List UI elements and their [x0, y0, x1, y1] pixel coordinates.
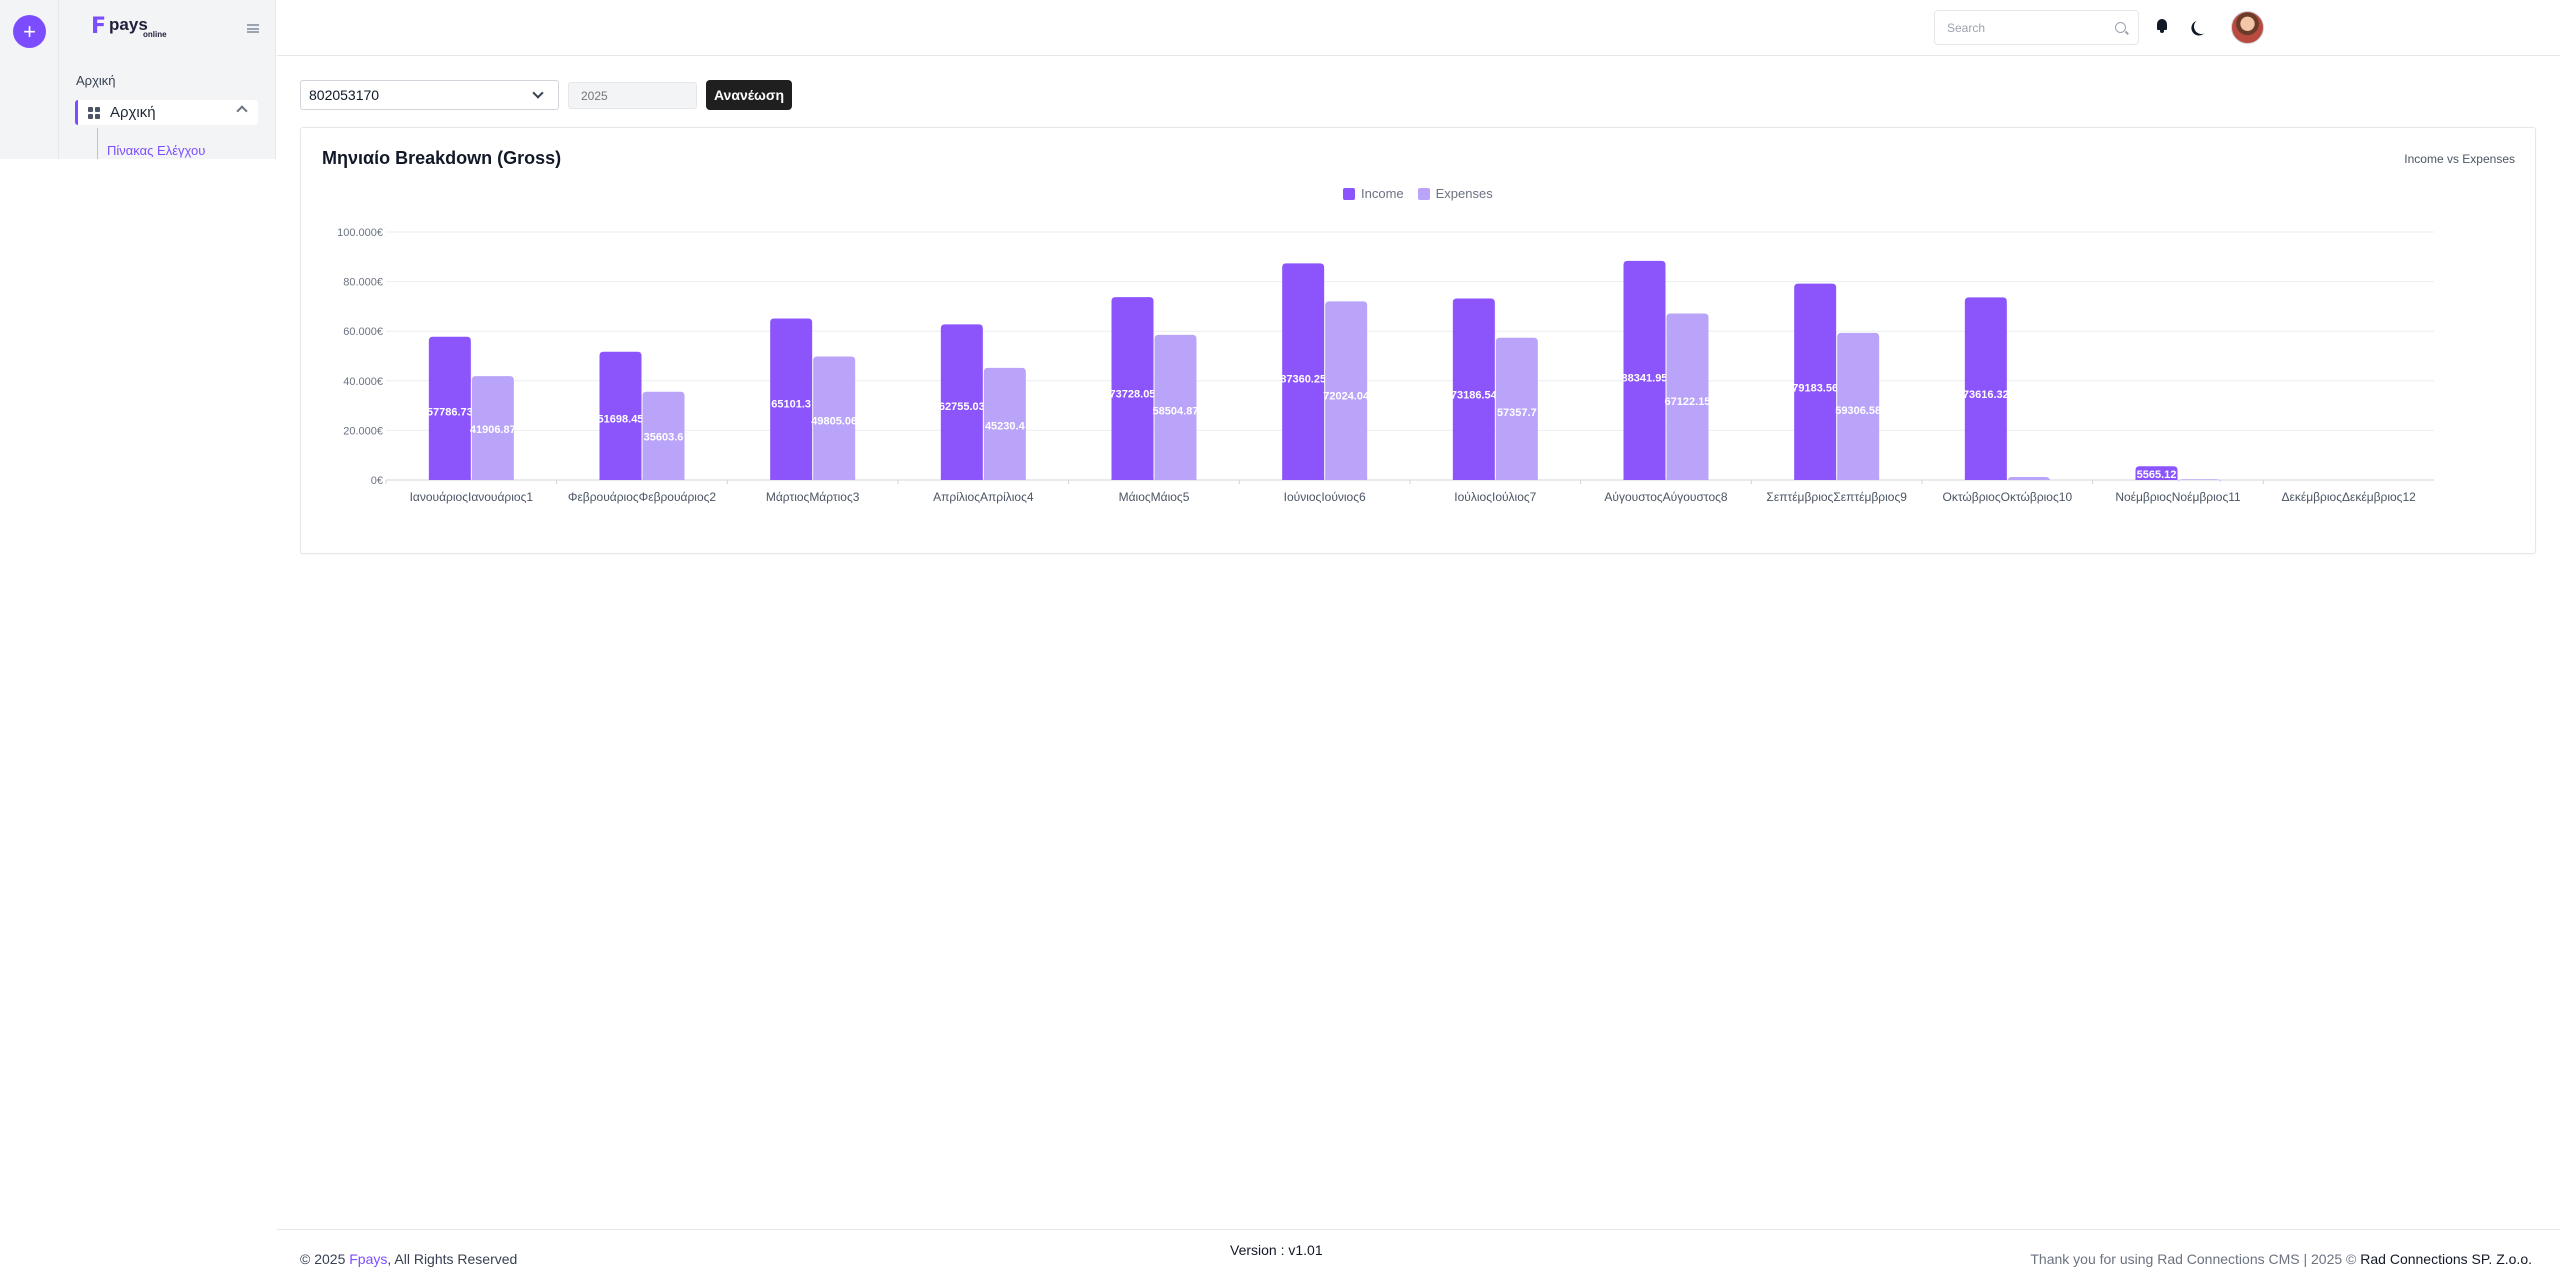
data-label: 88341.95 [1622, 372, 1668, 384]
data-label: 58504.87 [1153, 406, 1199, 418]
footer-version: Version : v1.01 [1230, 1242, 1323, 1258]
year-input[interactable] [568, 82, 697, 109]
footer-brand-link[interactable]: Fpays [349, 1251, 387, 1267]
bell-icon[interactable] [2156, 19, 2168, 33]
y-tick-label: 20.000€ [343, 425, 383, 437]
data-label: 72024.04 [1323, 391, 1370, 403]
x-tick-label: ΝοέμβριοςΝοέμβριος11 [2115, 490, 2241, 504]
y-tick-label: 60.000€ [343, 326, 383, 338]
data-label: 57786.73 [427, 407, 473, 419]
bar-chart: 100.000€ 80.000€ 60.000€ 40.000€ 20.000€ 0€ Ια… [337, 227, 2434, 504]
search-input[interactable] [1947, 11, 2107, 44]
x-tick-label: ΑπρίλιοςΑπρίλιος4 [933, 490, 1034, 504]
logo[interactable]: F pays online [91, 14, 167, 40]
chart-card: Μηνιαίο Breakdown (Gross) Income vs Expe… [300, 127, 2536, 554]
sidebar-section-label: Αρχική [76, 73, 116, 88]
data-label: 65101.3 [771, 398, 811, 410]
data-label: 49805.06 [811, 415, 857, 427]
x-tick-label: ΜάρτιοςΜάρτιος3 [766, 490, 860, 504]
data-label: 57357.7 [1497, 407, 1537, 419]
data-label: 41906.87 [470, 424, 516, 436]
data-label: 73728.05 [1110, 389, 1156, 401]
dashboard-grid-icon [88, 106, 100, 119]
data-label: 59306.58 [1835, 405, 1881, 417]
logo-word: pays [109, 15, 148, 34]
data-label: 73616.32 [1963, 389, 2009, 401]
x-tick-label: ΔεκέμβριοςΔεκέμβριος12 [2282, 490, 2417, 504]
logo-sub: online [143, 30, 167, 39]
sidebar: F pays online Αρχική Αρχική Πίνακας Ελέγ… [59, 0, 276, 159]
data-label: 73186.54 [1451, 389, 1498, 401]
footer-credits: Thank you for using Rad Connections CMS … [2030, 1251, 2532, 1267]
add-button[interactable]: + [13, 15, 46, 48]
data-label: 87360.25 [1280, 374, 1326, 386]
sidebar-item-label: Αρχική [110, 104, 156, 121]
footer-rights: , All Rights Reserved [387, 1251, 518, 1267]
footer-copyright-prefix: © 2025 [300, 1251, 346, 1267]
footer-thanks: Thank you for using Rad Connections CMS … [2030, 1251, 2357, 1267]
data-label: 79183.56 [1792, 383, 1838, 395]
x-tick-label: ΦεβρουάριοςΦεβρουάριος2 [568, 490, 717, 504]
data-label: 5565.12 [2137, 469, 2177, 481]
data-label: 45230.4 [985, 421, 1026, 433]
topbar [277, 0, 2560, 56]
sidebar-subitem-dashboard[interactable]: Πίνακας Ελέγχου [107, 143, 205, 158]
refresh-button[interactable]: Ανανέωση [706, 80, 792, 110]
account-select-value: 802053170 [309, 87, 380, 103]
sidebar-toggle-icon[interactable] [247, 24, 259, 33]
x-tick-label: ΣεπτέμβριοςΣεπτέμβριος9 [1766, 490, 1907, 504]
chevron-down-icon [532, 87, 544, 99]
chevron-up-icon[interactable] [236, 105, 248, 117]
avatar[interactable] [2231, 11, 2264, 44]
x-tick-label: ΙούλιοςΙούλιος7 [1454, 490, 1536, 504]
bar-income [1623, 260, 1666, 480]
x-tick-label: ΟκτώβριοςΟκτώβριος10 [1943, 490, 2073, 504]
x-tick-label: ΑύγουστοςΑύγουστος8 [1604, 490, 1727, 504]
data-label: 35603.6 [644, 431, 684, 443]
footer-org: Rad Connections SP. Z.o.o. [2360, 1251, 2532, 1267]
search-box[interactable] [1934, 10, 2139, 45]
x-tick-label: ΜάιοςΜάιος5 [1119, 490, 1190, 504]
bar-income [1282, 263, 1325, 480]
footer: © 2025 Fpays, All Rights Reserved Versio… [277, 1229, 2560, 1287]
data-label: 67122.15 [1665, 396, 1711, 408]
x-tick-label: ΙανουάριοςΙανουάριος1 [410, 490, 534, 504]
icon-rail: + [0, 0, 59, 159]
x-tick-label: ΙούνιοςΙούνιος6 [1284, 490, 1366, 504]
y-tick-label: 0€ [371, 475, 383, 487]
account-select[interactable]: 802053170 [300, 80, 559, 110]
data-label: 62755.03 [939, 401, 985, 413]
y-tick-label: 80.000€ [343, 277, 383, 289]
logo-mark: F [91, 14, 107, 39]
data-label: 51698.45 [598, 413, 644, 425]
sidebar-item-home[interactable]: Αρχική [75, 100, 258, 125]
footer-copyright: © 2025 Fpays, All Rights Reserved [300, 1251, 517, 1267]
logo-text: pays online [109, 15, 167, 40]
y-tick-label: 100.000€ [337, 227, 383, 239]
bar-expenses [2178, 479, 2221, 484]
y-tick-label: 40.000€ [343, 376, 383, 388]
search-icon[interactable] [2115, 22, 2126, 33]
submenu-line [97, 128, 98, 159]
